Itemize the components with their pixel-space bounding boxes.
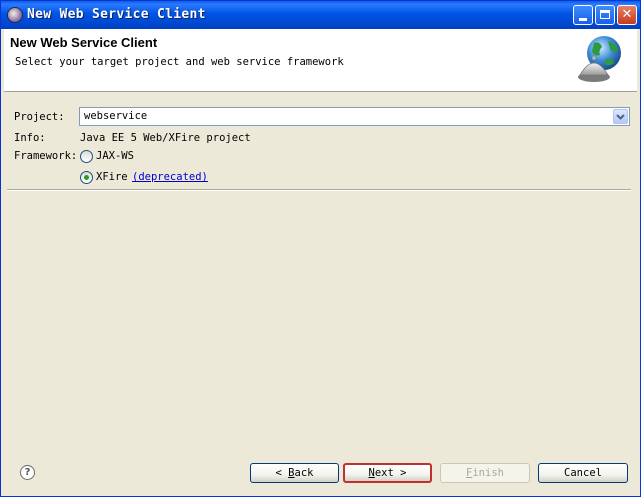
title-bar[interactable]: New Web Service Client ✕ [1, 1, 640, 29]
banner-title: New Web Service Client [10, 35, 158, 50]
chevron-down-icon[interactable] [613, 109, 628, 124]
project-label: Project: [14, 111, 65, 123]
close-button[interactable]: ✕ [617, 5, 637, 25]
finish-button[interactable]: Finish [440, 463, 530, 483]
xfire-label[interactable]: XFire [96, 171, 128, 183]
framework-label: Framework: [14, 150, 78, 162]
minimize-icon [579, 18, 587, 21]
help-icon[interactable]: ? [20, 465, 35, 480]
close-icon: ✕ [621, 7, 633, 22]
cancel-button[interactable]: Cancel [538, 463, 628, 483]
xfire-radio[interactable] [80, 171, 93, 184]
next-button[interactable]: Next > [343, 463, 432, 483]
info-value: Java EE 5 Web/XFire project [80, 132, 251, 144]
project-value: webservice [84, 110, 148, 122]
radio-selected-dot [84, 175, 89, 180]
maximize-button[interactable] [595, 5, 615, 25]
jax-ws-label[interactable]: JAX-WS [96, 150, 134, 162]
maximize-icon [600, 10, 610, 19]
wizard-banner: New Web Service Client Select your targe… [4, 29, 637, 92]
jax-ws-radio[interactable] [80, 150, 93, 163]
project-combo[interactable]: webservice [79, 107, 630, 126]
eclipse-app-icon [7, 7, 23, 23]
wizard-window: New Web Service Client ✕ New Web Service… [0, 0, 641, 497]
window-title: New Web Service Client [27, 7, 206, 22]
banner-description: Select your target project and web servi… [15, 56, 344, 68]
info-label: Info: [14, 132, 46, 144]
back-button[interactable]: < Back [250, 463, 339, 483]
minimize-button[interactable] [573, 5, 593, 25]
web-service-globe-icon [578, 36, 621, 82]
separator [7, 189, 631, 191]
deprecated-link[interactable]: (deprecated) [132, 171, 208, 183]
